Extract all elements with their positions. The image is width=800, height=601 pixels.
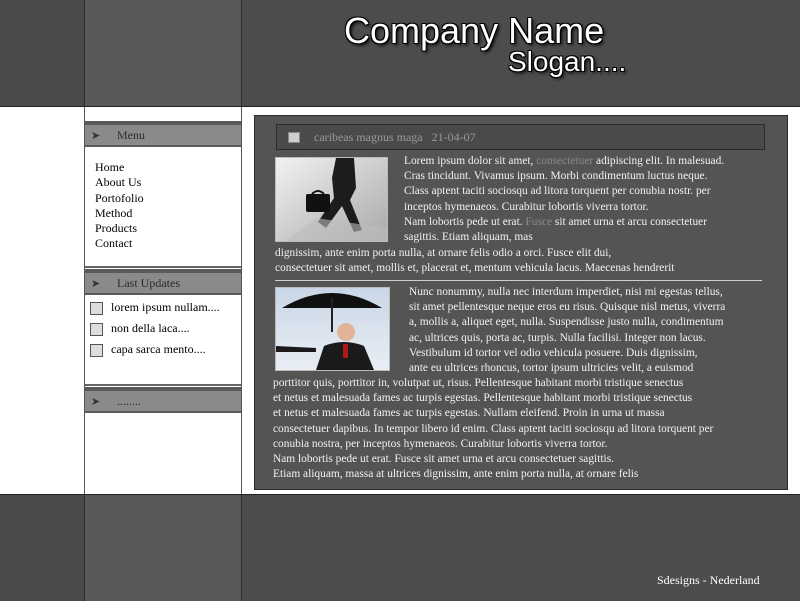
photo-businessman-umbrella <box>275 287 390 371</box>
article-title-bar: caribeas magnus maga 21-04-07 <box>276 124 765 150</box>
menu-list: Home About Us Portofolio Method Products… <box>95 160 144 252</box>
article-title: caribeas magnus maga <box>314 130 423 144</box>
extra-header-label: ........ <box>117 394 141 408</box>
update-item[interactable]: non della laca.... <box>90 321 190 336</box>
article-paragraph-2-continued: porttitor quis, porttitor in, volutpat u… <box>273 377 714 481</box>
update-item-label: lorem ipsum nullam.... <box>111 300 220 314</box>
footer-credit: Sdesigns - Nederland <box>657 573 760 587</box>
sidebar-divider <box>85 384 241 386</box>
menu-item-about-us[interactable]: About Us <box>95 175 144 190</box>
checkbox-icon <box>288 132 300 143</box>
article-paragraph-2: Nunc nonummy, nulla nec interdum imperdi… <box>409 286 726 375</box>
sidebar-divider <box>85 266 241 268</box>
update-item-label: capa sarca mento.... <box>111 342 206 356</box>
arrow-icon: ➤ <box>91 396 101 408</box>
checkbox-icon <box>90 322 103 336</box>
menu-item-home[interactable]: Home <box>95 160 144 175</box>
menu-header: ➤ Menu <box>85 121 241 147</box>
menu-item-products[interactable]: Products <box>95 221 144 236</box>
article-date: 21-04-07 <box>431 130 476 144</box>
article-title-line: caribeas magnus maga 21-04-07 <box>314 130 476 145</box>
arrow-icon: ➤ <box>91 130 101 142</box>
article-paragraph-1-continued: dignissim, ante enim porta nulla, at orn… <box>275 247 675 275</box>
footer-column-left <box>0 495 85 601</box>
updates-header: ➤ Last Updates <box>85 269 241 295</box>
update-item[interactable]: lorem ipsum nullam.... <box>90 300 220 315</box>
arrow-icon: ➤ <box>91 278 101 290</box>
checkbox-icon <box>90 301 103 315</box>
photo-businessman-walking <box>275 157 388 242</box>
slogan: Slogan.... <box>508 46 627 77</box>
article-divider <box>275 280 762 281</box>
article-paragraph-1: Lorem ipsum dolor sit amet, consectetuer… <box>404 155 725 244</box>
menu-header-label: Menu <box>117 128 145 142</box>
update-item-label: non della laca.... <box>111 321 190 335</box>
footer-column-middle <box>85 495 242 601</box>
checkbox-icon <box>90 343 103 357</box>
header-column-left <box>0 0 85 106</box>
header-column-middle <box>85 0 242 106</box>
menu-item-portofolio[interactable]: Portofolio <box>95 191 144 206</box>
sidebar-right-border <box>241 107 242 494</box>
extra-header: ➤ ........ <box>85 387 241 413</box>
update-item[interactable]: capa sarca mento.... <box>90 342 206 357</box>
menu-item-contact[interactable]: Contact <box>95 236 144 251</box>
menu-item-method[interactable]: Method <box>95 206 144 221</box>
updates-header-label: Last Updates <box>117 276 180 290</box>
sidebar-left-border <box>84 107 85 494</box>
